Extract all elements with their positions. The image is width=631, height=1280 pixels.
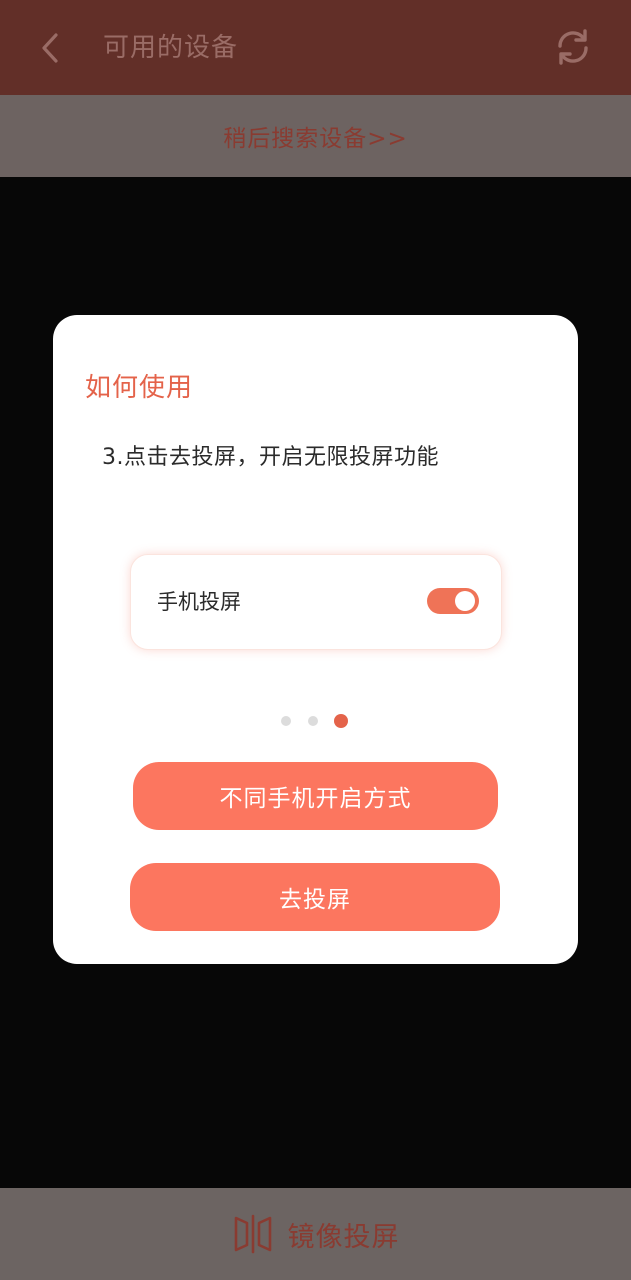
mirror-cast-button[interactable]: 镜像投屏 [232, 1214, 400, 1254]
phone-methods-button[interactable]: 不同手机开启方式 [133, 762, 498, 830]
bottom-bar: 镜像投屏 [0, 1188, 631, 1280]
phone-cast-toggle[interactable] [427, 588, 479, 614]
pagination-dot-2 [308, 716, 318, 726]
dialog-title: 如何使用 [85, 373, 194, 403]
pagination-dots [281, 714, 361, 730]
toggle-knob [455, 591, 475, 611]
search-later-link[interactable]: 稍后搜索设备>> [223, 119, 408, 153]
phone-cast-label: 手机投屏 [157, 590, 241, 614]
refresh-button[interactable] [546, 20, 600, 74]
how-to-use-dialog: 如何使用 3.点击去投屏，开启无限投屏功能 手机投屏 不同手机开启方式 去投屏 [53, 315, 578, 964]
app-header: 可用的设备 [0, 0, 631, 95]
step-instruction: 3.点击去投屏，开启无限投屏功能 [102, 445, 439, 470]
pagination-dot-3-active [334, 714, 348, 728]
mirror-icon [234, 1214, 271, 1254]
go-cast-button[interactable]: 去投屏 [130, 863, 500, 931]
back-button[interactable] [24, 22, 76, 74]
refresh-icon [558, 29, 588, 65]
pagination-dot-1 [281, 716, 291, 726]
chevron-left-icon [42, 33, 58, 63]
mirror-cast-label: 镜像投屏 [287, 1221, 400, 1253]
phone-cast-toggle-card: 手机投屏 [130, 554, 502, 650]
search-later-bar: 稍后搜索设备>> [0, 95, 631, 177]
page-title: 可用的设备 [103, 33, 239, 63]
